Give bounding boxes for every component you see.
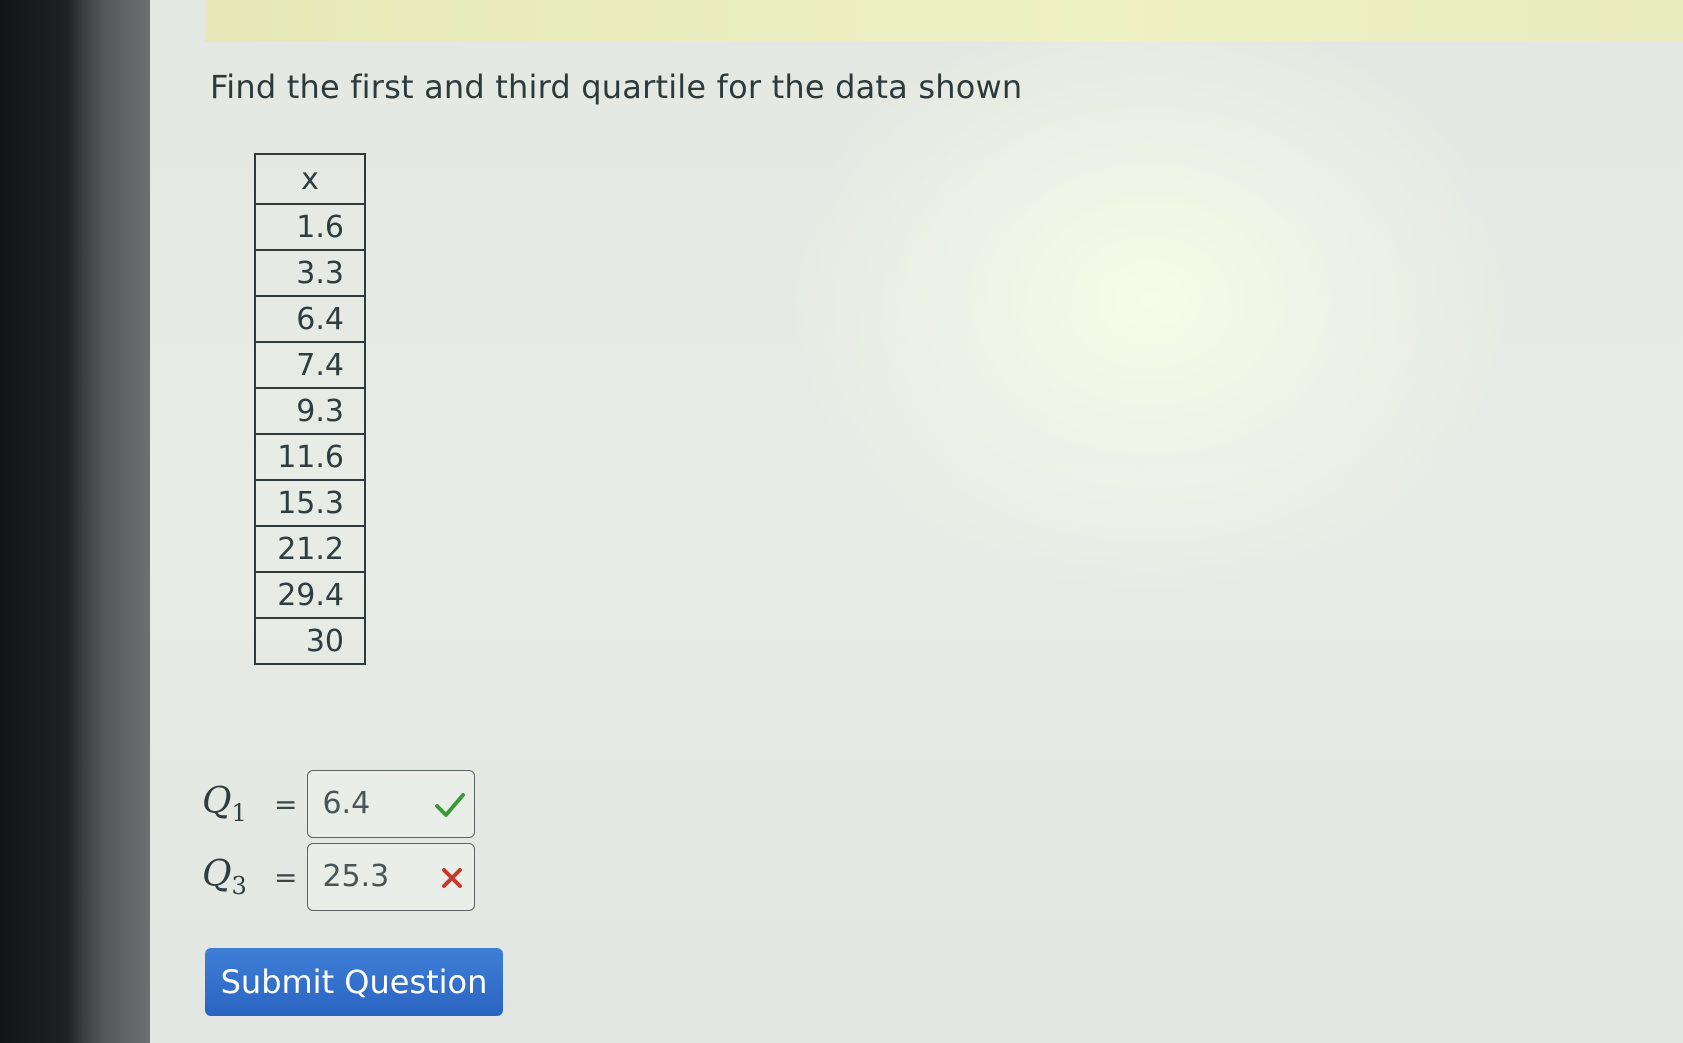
q3-answer-value: 25.3 (322, 859, 390, 894)
table-header-x: x (254, 153, 366, 205)
data-table: x 1.6 3.3 6.4 7.4 9.3 11.6 15.3 21.2 29.… (254, 153, 366, 665)
q3-answer-field[interactable]: 25.3 (307, 843, 476, 911)
table-row: 11.6 (254, 433, 366, 481)
q3-label: Q3 (202, 853, 247, 901)
table-cell: 6.4 (254, 295, 366, 343)
table-cell: 7.4 (254, 341, 366, 389)
table-row: 15.3 (254, 479, 366, 527)
q1-equals-sign: = (274, 787, 298, 821)
q3-equals-sign: = (274, 860, 298, 894)
table-row: 7.4 (254, 341, 366, 389)
table-row: 6.4 (254, 295, 366, 343)
table-cell: 9.3 (254, 387, 366, 435)
table-cell: 29.4 (254, 571, 366, 619)
table-row: 29.4 (254, 571, 366, 619)
table-cell: 1.6 (254, 203, 366, 251)
question-text: Find the first and third quartile for th… (210, 68, 1023, 106)
checkmark-icon (435, 793, 466, 817)
q3-answer-row: Q3 = 25.3 (202, 843, 476, 911)
table-row: 1.6 (254, 203, 366, 251)
submit-question-button[interactable]: Submit Question (205, 948, 503, 1016)
q1-label: Q1 (202, 780, 247, 828)
q1-answer-row: Q1 = 6.4 (202, 770, 476, 838)
table-cell: 3.3 (254, 249, 366, 297)
x-mark-icon (442, 868, 463, 888)
table-row: 3.3 (254, 249, 366, 297)
monitor-bezel (0, 0, 150, 1043)
table-cell: 30 (254, 617, 366, 665)
table-cell: 21.2 (254, 525, 366, 573)
table-cell: 15.3 (254, 479, 366, 527)
table-row: 30 (254, 617, 366, 665)
q1-answer-field[interactable]: 6.4 (307, 770, 476, 838)
table-row: 9.3 (254, 387, 366, 435)
q1-answer-value: 6.4 (322, 786, 371, 821)
table-row: 21.2 (254, 525, 366, 573)
table-cell: 11.6 (254, 433, 366, 481)
top-banner (205, 0, 1683, 42)
screen-area: Find the first and third quartile for th… (150, 0, 1683, 1043)
